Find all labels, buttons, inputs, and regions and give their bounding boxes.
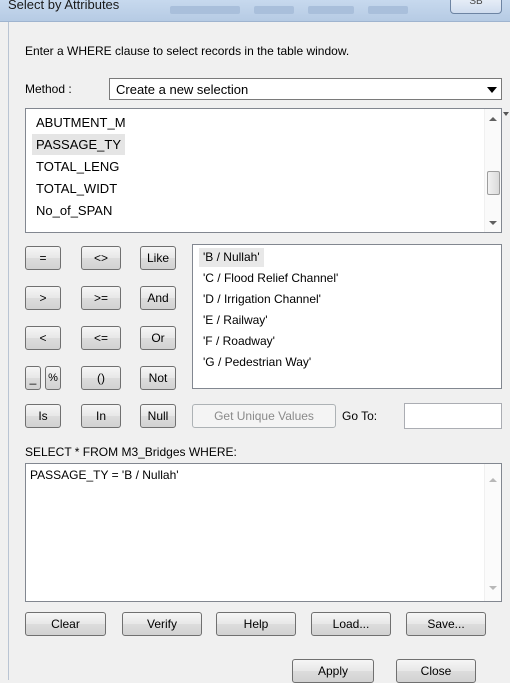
or-button[interactable]: Or (140, 326, 176, 350)
field-item[interactable]: No_of_SPAN (32, 200, 116, 221)
close-button[interactable]: Close (396, 659, 476, 683)
clear-button[interactable]: Clear (25, 612, 106, 636)
goto-label: Go To: (342, 409, 378, 423)
scroll-thumb[interactable] (487, 171, 500, 195)
parentheses-button[interactable]: () (81, 366, 121, 390)
method-dropdown[interactable]: Create a new selection (109, 78, 502, 100)
value-item[interactable]: 'G / Pedestrian Way' (199, 353, 315, 372)
verify-button[interactable]: Verify (122, 612, 202, 636)
value-item[interactable]: 'E / Railway' (199, 311, 272, 330)
value-item[interactable]: 'F / Roadway' (199, 332, 279, 351)
get-unique-values-button[interactable]: Get Unique Values (192, 404, 336, 428)
save-button[interactable]: Save... (406, 612, 486, 636)
fields-scrollbar[interactable] (484, 109, 501, 232)
value-item[interactable]: 'D / Irrigation Channel' (199, 290, 325, 309)
equals-button[interactable]: = (25, 246, 61, 270)
field-item[interactable]: TOTAL_WIDT (32, 178, 121, 199)
title-bar: Select by Attributes SB (0, 0, 510, 22)
window-title: Select by Attributes (8, 0, 120, 12)
fields-list[interactable]: ABUTMENT_M PASSAGE_TY TOTAL_LENG TOTAL_W… (25, 108, 502, 233)
chevron-down-icon (487, 87, 497, 93)
goto-input[interactable] (404, 403, 502, 429)
and-button[interactable]: And (140, 286, 176, 310)
field-item[interactable]: TOTAL_LENG (32, 156, 123, 177)
field-item[interactable]: ABUTMENT_M (32, 112, 130, 133)
scroll-down-icon[interactable] (489, 221, 497, 225)
percent-button[interactable]: % (45, 366, 61, 390)
scroll-up-icon[interactable] (489, 478, 497, 482)
less-than-button[interactable]: < (25, 326, 61, 350)
scroll-up-icon[interactable] (489, 117, 497, 121)
underscore-button[interactable]: _ (25, 366, 41, 390)
scroll-down-icon[interactable] (489, 586, 497, 590)
method-selected-value: Create a new selection (116, 82, 249, 97)
null-button[interactable]: Null (140, 404, 176, 428)
not-button[interactable]: Not (140, 366, 176, 390)
instructions-text: Enter a WHERE clause to select records i… (25, 44, 350, 58)
greater-than-button[interactable]: > (25, 286, 61, 310)
select-statement-label: SELECT * FROM M3_Bridges WHERE: (25, 445, 237, 459)
field-item-selected[interactable]: PASSAGE_TY (32, 134, 126, 155)
value-item[interactable]: 'C / Flood Relief Channel' (199, 269, 342, 288)
not-equals-button[interactable]: <> (81, 246, 121, 270)
unique-values-list[interactable]: 'B / Nullah' 'C / Flood Relief Channel' … (192, 244, 502, 389)
like-button[interactable]: Like (140, 246, 176, 270)
apply-button[interactable]: Apply (292, 659, 374, 683)
background-toolbar-ghost (170, 6, 408, 16)
where-clause-text: PASSAGE_TY = 'B / Nullah' (30, 468, 179, 482)
method-label: Method : (25, 82, 72, 96)
help-button[interactable]: Help (216, 612, 296, 636)
value-item-selected[interactable]: 'B / Nullah' (199, 248, 264, 267)
is-button[interactable]: Is (25, 404, 61, 428)
in-button[interactable]: In (81, 404, 121, 428)
load-button[interactable]: Load... (311, 612, 391, 636)
where-clause-textarea[interactable]: PASSAGE_TY = 'B / Nullah' (25, 463, 502, 602)
less-equal-button[interactable]: <= (81, 326, 121, 350)
greater-equal-button[interactable]: >= (81, 286, 121, 310)
where-clause-scrollbar[interactable] (484, 464, 501, 601)
select-by-attributes-dialog: Enter a WHERE clause to select records i… (8, 22, 510, 683)
scroll-indicator-icon (503, 112, 509, 116)
window-close-button[interactable]: SB (450, 0, 502, 14)
